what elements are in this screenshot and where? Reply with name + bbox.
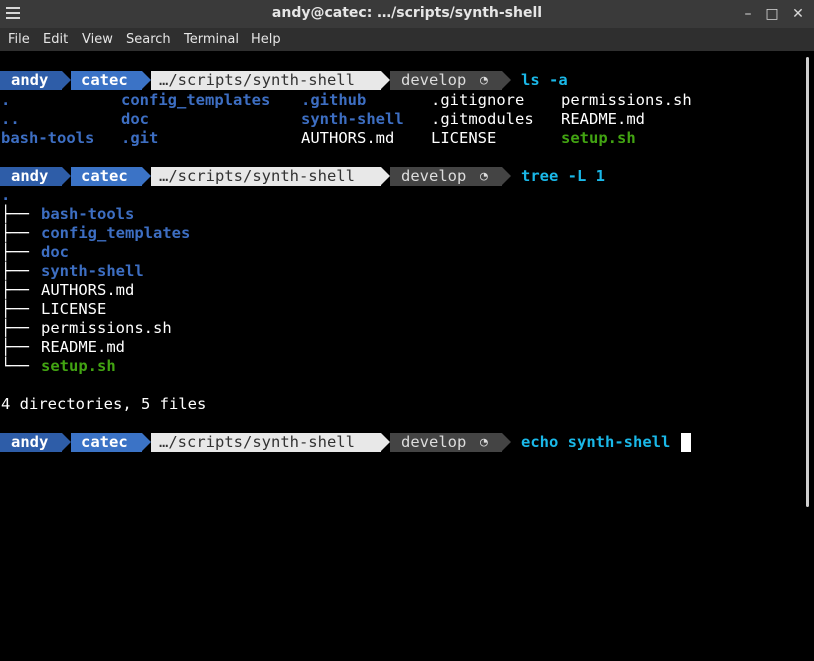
menu-file[interactable]: File — [8, 32, 30, 47]
prompt-host-segment: catec — [71, 167, 142, 186]
prompt-path-segment: …/scripts/synth-shell — [151, 71, 381, 90]
prompt-host-segment: catec — [71, 71, 142, 90]
menu-edit[interactable]: Edit — [43, 32, 68, 47]
ls-output-row: bash-tools .git AUTHORS.md LICENSE setup… — [1, 129, 636, 147]
prompt-git-segment: develop ◔ — [390, 71, 502, 90]
tree-entry: ├── permissions.sh — [1, 319, 172, 337]
tree-entry: ├── LICENSE — [1, 300, 107, 318]
prompt-user-segment: andy — [0, 71, 62, 90]
prompt-line: andy catec …/scripts/synth-shell develop… — [0, 167, 804, 186]
close-button[interactable]: ✕ — [788, 4, 808, 24]
prompt-line: andy catec …/scripts/synth-shell develop… — [0, 71, 804, 90]
prompt-git-segment: develop ◔ — [390, 167, 502, 186]
minimize-button[interactable]: – — [738, 4, 758, 24]
git-branch-icon: ◔ — [480, 169, 488, 184]
tree-entry: ├── doc — [1, 243, 69, 261]
command-input[interactable]: echo synth-shell — [521, 433, 670, 452]
prompt-git-segment: develop ◔ — [390, 433, 502, 452]
window-title: andy@catec: …/scripts/synth-shell — [271, 5, 543, 21]
ls-output-row: .. doc synth-shell .gitmodules README.md — [1, 110, 645, 128]
git-branch-icon: ◔ — [480, 73, 488, 88]
tree-entry: ├── AUTHORS.md — [1, 281, 135, 299]
tree-entry: └── setup.sh — [1, 357, 116, 375]
git-branch-icon: ◔ — [480, 435, 488, 450]
tree-root: . — [1, 186, 11, 204]
tree-entry: ├── synth-shell — [1, 262, 144, 280]
tree-entry: ├── README.md — [1, 338, 125, 356]
maximize-button[interactable]: □ — [762, 4, 782, 24]
prompt-path-segment: …/scripts/synth-shell — [151, 167, 381, 186]
prompt-path-segment: …/scripts/synth-shell — [151, 433, 381, 452]
prompt-host-segment: catec — [71, 433, 142, 452]
tree-summary: 4 directories, 5 files — [1, 395, 207, 413]
tree-entry: ├── bash-tools — [1, 205, 135, 223]
command-text: tree -L 1 — [521, 167, 605, 185]
menu-view[interactable]: View — [82, 32, 113, 47]
title-bar: andy@catec: …/scripts/synth-shell – □ ✕ — [0, 0, 814, 28]
text-cursor — [681, 433, 691, 452]
command-text: ls -a — [521, 71, 568, 89]
prompt-user-segment: andy — [0, 167, 62, 186]
menu-search[interactable]: Search — [126, 32, 171, 47]
menu-bar: File Edit View Search Terminal Help — [0, 28, 814, 51]
scrollbar-thumb[interactable] — [806, 57, 809, 507]
prompt-line: andy catec …/scripts/synth-shell develop… — [0, 433, 804, 452]
menu-terminal[interactable]: Terminal — [184, 32, 239, 47]
prompt-user-segment: andy — [0, 433, 62, 452]
menu-help[interactable]: Help — [251, 32, 281, 47]
tree-entry: ├── config_templates — [1, 224, 191, 242]
scrollbar[interactable] — [804, 51, 814, 510]
ls-output-row: . config_templates .github .gitignore pe… — [1, 91, 692, 109]
terminal-area[interactable]: andy catec …/scripts/synth-shell develop… — [0, 51, 804, 510]
